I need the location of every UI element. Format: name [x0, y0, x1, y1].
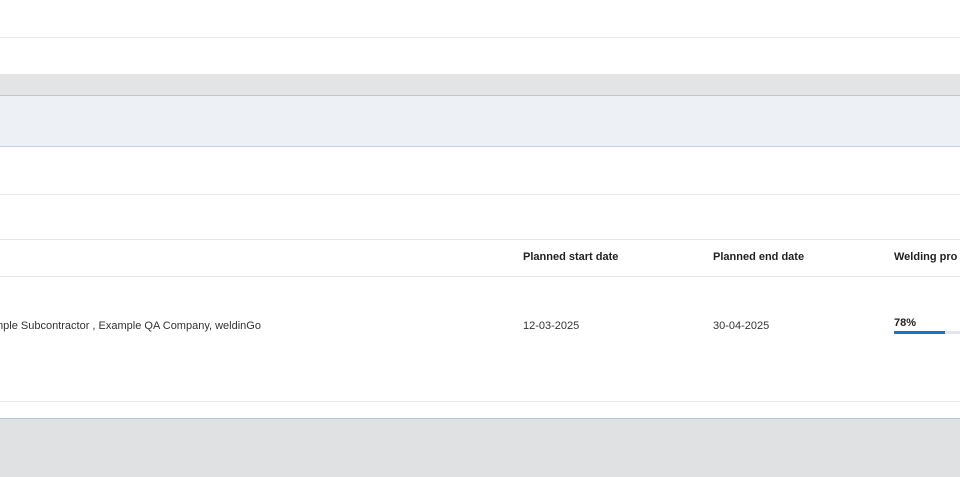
welding-progress-track	[894, 331, 960, 334]
table-row[interactable]: mple Subcontractor , Example QA Company,…	[0, 277, 960, 402]
footer-band	[0, 418, 960, 477]
column-header-welding-progress[interactable]: Welding pro	[894, 251, 960, 263]
page: Planned start date Planned end date Weld…	[0, 0, 960, 477]
empty-row	[0, 195, 960, 240]
empty-row	[0, 147, 960, 195]
blank-row	[0, 38, 960, 74]
column-header-planned-end-date[interactable]: Planned end date	[713, 251, 804, 263]
welding-progress-label: 78%	[894, 317, 917, 329]
planned-start-date-cell: 12-03-2025	[523, 320, 580, 332]
companies-cell: mple Subcontractor , Example QA Company,…	[0, 320, 261, 332]
column-header-planned-start-date[interactable]: Planned start date	[523, 251, 618, 263]
section-divider-band	[0, 74, 960, 95]
planned-end-date-cell: 30-04-2025	[713, 320, 770, 332]
welding-progress-cell: 78%	[894, 317, 960, 334]
welding-progress-fill	[894, 331, 946, 334]
table-header-row: Planned start date Planned end date Weld…	[0, 240, 960, 277]
highlighted-row[interactable]	[0, 95, 960, 147]
top-blank-row	[0, 0, 960, 38]
